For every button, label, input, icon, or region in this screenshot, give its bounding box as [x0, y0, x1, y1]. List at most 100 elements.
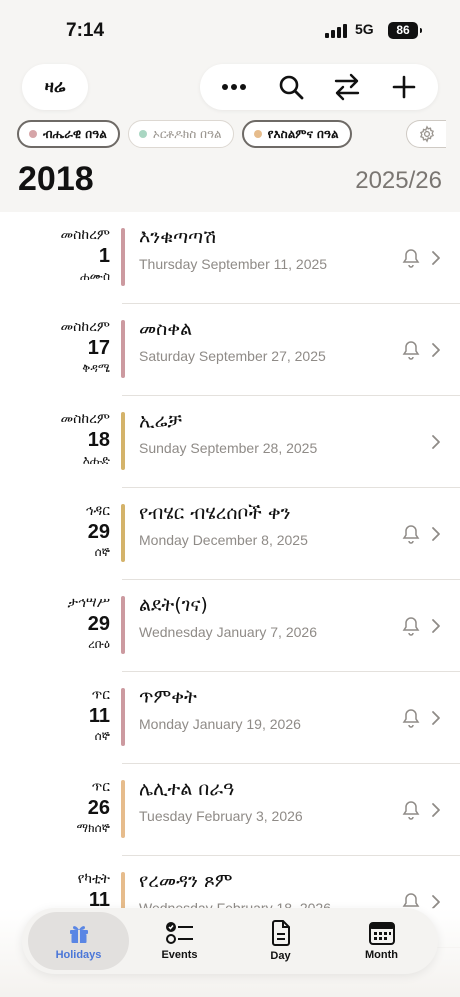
- tab-holidays[interactable]: Holidays: [28, 912, 129, 970]
- chip-label: የእስልምና በዓል: [267, 126, 339, 141]
- gear-icon: [419, 125, 434, 143]
- bell-icon[interactable]: [402, 708, 420, 728]
- today-button[interactable]: ዛሬ: [22, 64, 88, 110]
- holiday-title: ኢሬቻ: [139, 410, 182, 432]
- holiday-gregorian-date: Wednesday January 7, 2026: [139, 624, 317, 640]
- battery-icon: 86: [388, 22, 422, 39]
- tab-month[interactable]: Month: [331, 912, 432, 970]
- holiday-gregorian-date: Saturday September 27, 2025: [139, 348, 326, 364]
- holiday-month: መስከረም: [60, 411, 110, 427]
- search-button[interactable]: [269, 65, 313, 109]
- chevron-right-icon: [432, 527, 440, 541]
- filter-chips: ብሔራዊ በዓል ኦርቶዶክስ በዓል የእስልምና በዓል: [17, 120, 352, 148]
- bell-icon[interactable]: [402, 340, 420, 360]
- chip-islamic-holiday[interactable]: የእስልምና በዓል: [241, 120, 352, 148]
- holiday-color-bar: [121, 504, 125, 562]
- tab-events[interactable]: Events: [129, 912, 230, 970]
- chevron-right-icon: [432, 251, 440, 265]
- holiday-color-bar: [121, 320, 125, 378]
- holiday-gregorian-date: Monday January 19, 2026: [139, 716, 301, 732]
- holiday-title: ሌሊተል በራዓ: [139, 778, 235, 800]
- network-label: 5G: [355, 21, 374, 37]
- holiday-row[interactable]: ታኅሣሥ 29 ረቡዕ ልደት(ገና) Wednesday January 7,…: [0, 580, 460, 672]
- checklist-icon: [165, 922, 193, 944]
- calendar-icon: [368, 922, 395, 945]
- holiday-gregorian-date: Monday December 8, 2025: [139, 532, 308, 548]
- holiday-row[interactable]: መስከረም 17 ቅዳሜ መስቀል Saturday September 27,…: [0, 304, 460, 396]
- holiday-color-bar: [121, 228, 125, 286]
- holiday-date: መስከረም 17 ቅዳሜ: [0, 318, 110, 376]
- bell-icon[interactable]: [402, 524, 420, 544]
- bell-icon[interactable]: [402, 248, 420, 268]
- holiday-row[interactable]: ጥር 11 ሰኞ ጥምቀት Monday January 19, 2026: [0, 672, 460, 764]
- holiday-month: መስከረም: [60, 227, 110, 243]
- holiday-date: ኅዳር 29 ሰኞ: [0, 502, 111, 560]
- ethiopian-year: 2018: [18, 160, 94, 198]
- chevron-right-icon: [432, 711, 440, 725]
- settings-button[interactable]: [406, 120, 446, 148]
- holiday-day: 17: [87, 337, 110, 359]
- holiday-date: ጥር 26 ማክሰኞ: [0, 778, 110, 836]
- holiday-day: 26: [87, 797, 110, 819]
- holiday-weekday: ቅዳሜ: [82, 361, 110, 375]
- holiday-title: ልደት(ገና): [139, 594, 208, 616]
- status-time: 7:14: [66, 20, 105, 41]
- holiday-day: 29: [87, 521, 110, 543]
- holiday-month: ኅዳር: [85, 503, 111, 519]
- header: ዛሬ ብሔራዊ በዓል ኦርቶዶክስ በዓል የእስልምና በዓል 2018 2…: [0, 60, 460, 212]
- holiday-title: እንቁጣጣሽ: [139, 226, 217, 248]
- holiday-day: 18: [87, 429, 110, 451]
- search-icon: [279, 75, 304, 100]
- holiday-date: መስከረም 1 ሐሙስ: [0, 226, 110, 284]
- holiday-day: 1: [98, 245, 110, 267]
- more-button[interactable]: [212, 65, 256, 109]
- holiday-row[interactable]: ኅዳር 29 ሰኞ የብሄር ብሄረሰቦች ቀን Monday December…: [0, 488, 460, 580]
- chip-national-holiday[interactable]: ብሔራዊ በዓል: [17, 120, 120, 148]
- holiday-row[interactable]: መስከረም 1 ሐሙስ እንቁጣጣሽ Thursday September 11…: [0, 212, 460, 304]
- holiday-day: 11: [88, 705, 110, 727]
- tab-bar: Holidays Events Day Month: [22, 908, 438, 974]
- holiday-weekday: ረቡዕ: [88, 637, 110, 651]
- holiday-color-bar: [121, 412, 125, 470]
- holiday-color-bar: [121, 688, 125, 746]
- gift-icon: [69, 926, 88, 943]
- tab-label: Events: [161, 949, 198, 961]
- chevron-right-icon: [432, 803, 440, 817]
- chip-label: ብሔራዊ በዓል: [43, 126, 107, 141]
- holiday-title: ጥምቀት: [139, 686, 197, 708]
- holiday-row[interactable]: ጥር 26 ማክሰኞ ሌሊተል በራዓ Tuesday February 3, …: [0, 764, 460, 856]
- holiday-weekday: ሐሙስ: [80, 269, 110, 283]
- tab-label: Holidays: [55, 949, 102, 961]
- holiday-day: 29: [87, 613, 110, 635]
- tab-day[interactable]: Day: [230, 912, 331, 970]
- swap-button[interactable]: [325, 65, 369, 109]
- holiday-weekday: እሑድ: [82, 453, 110, 467]
- tab-label: Day: [270, 950, 291, 962]
- action-group: [200, 64, 438, 110]
- chevron-right-icon: [432, 435, 440, 449]
- holiday-row[interactable]: መስከረም 18 እሑድ ኢሬቻ Sunday September 28, 20…: [0, 396, 460, 488]
- holiday-color-bar: [121, 596, 125, 654]
- add-button[interactable]: [382, 65, 426, 109]
- holiday-month: ታኅሣሥ: [67, 595, 110, 611]
- status-bar: 7:14 5G 86: [0, 0, 460, 60]
- chip-dot: [29, 130, 37, 138]
- bell-icon[interactable]: [402, 616, 420, 636]
- holiday-weekday: ሰኞ: [94, 545, 110, 559]
- holiday-list: መስከረም 1 ሐሙስ እንቁጣጣሽ Thursday September 11…: [0, 212, 460, 948]
- signal-icon: [325, 24, 347, 38]
- holiday-title: መስቀል: [139, 318, 193, 340]
- chip-dot: [138, 130, 147, 138]
- chevron-right-icon: [432, 619, 440, 633]
- holiday-month: መስከረም: [60, 319, 110, 335]
- chip-label: ኦርቶዶክስ በዓል: [152, 126, 222, 141]
- holiday-color-bar: [121, 780, 125, 838]
- holiday-date: ታኅሣሥ 29 ረቡዕ: [0, 594, 110, 652]
- more-icon: [222, 84, 247, 90]
- holiday-month: ጥር: [91, 779, 110, 795]
- chip-orthodox-holiday[interactable]: ኦርቶዶክስ በዓል: [127, 120, 234, 148]
- holiday-month: የካቲት: [77, 871, 110, 887]
- bell-icon[interactable]: [402, 800, 420, 820]
- holiday-gregorian-date: Sunday September 28, 2025: [139, 440, 318, 456]
- holiday-gregorian-date: Tuesday February 3, 2026: [139, 808, 303, 824]
